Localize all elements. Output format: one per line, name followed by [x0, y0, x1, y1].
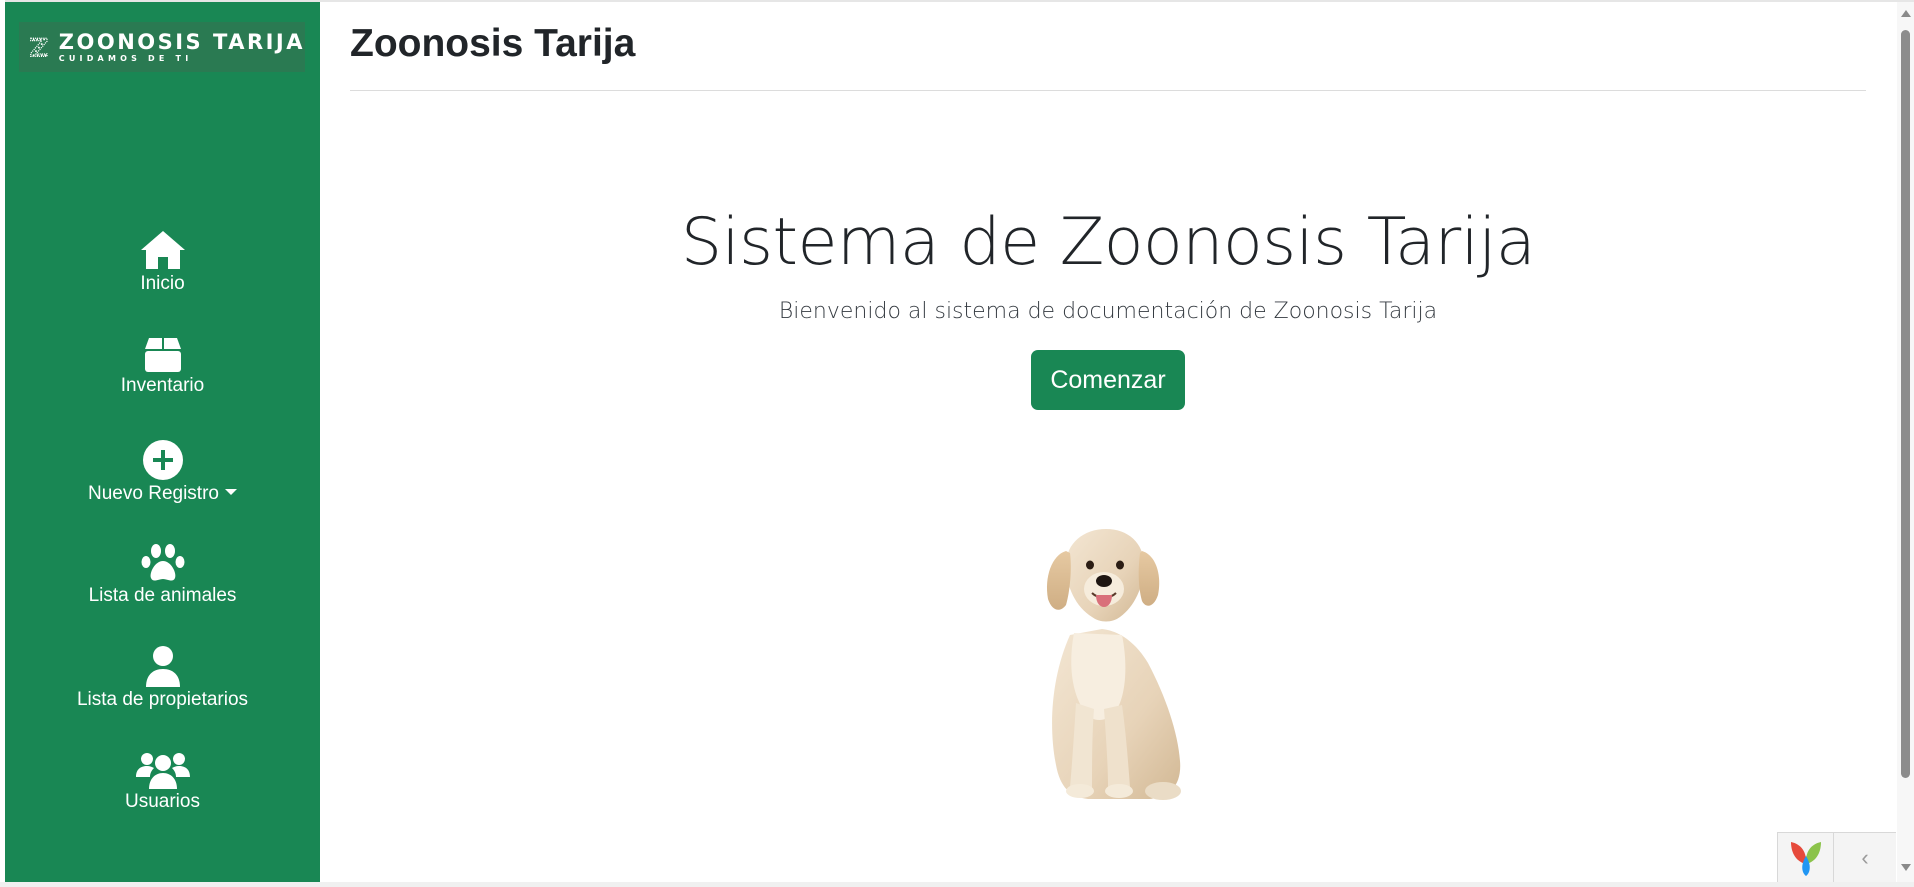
sidebar-item-label: Lista de propietarios	[76, 689, 249, 710]
toolbar-logo-button[interactable]	[1778, 833, 1834, 883]
home-icon	[140, 231, 185, 269]
brand-text: ZOONOSIS TARIJA CUIDAMOS DE TI	[59, 31, 305, 64]
hero-title: Sistema de Zoonosis Tarija	[680, 205, 1536, 280]
toolbar-toggle-button[interactable]: ‹	[1834, 833, 1896, 883]
scroll-up-arrow-icon[interactable]	[1901, 10, 1911, 17]
sidebar-item-inventario[interactable]: Inventario	[5, 337, 320, 397]
users-icon	[135, 753, 190, 789]
nuevo-registro-label: Nuevo Registro	[88, 483, 219, 504]
hero-subtitle: Bienvenido al sistema de documentación d…	[778, 299, 1438, 324]
plus-circle-icon	[142, 440, 183, 480]
brand-title: ZOONOSIS TARIJA	[58, 29, 305, 54]
vertical-scrollbar[interactable]	[1897, 2, 1914, 882]
header-divider	[350, 90, 1866, 91]
box-icon	[144, 338, 181, 372]
page-title: Zoonosis Tarija	[350, 22, 636, 65]
z-logo-icon	[30, 37, 48, 57]
comenzar-button[interactable]: Comenzar	[1031, 350, 1185, 410]
sidebar-item-label: Lista de animales	[88, 585, 237, 606]
window-bottom-edge	[0, 882, 1914, 887]
sidebar-item-lista-animales[interactable]: Lista de animales	[5, 543, 320, 607]
scrollbar-thumb[interactable]	[1901, 30, 1910, 778]
scroll-down-arrow-icon[interactable]	[1901, 864, 1911, 871]
debug-toolbar: ‹	[1777, 832, 1896, 884]
sidebar-item-lista-propietarios[interactable]: Lista de propietarios	[5, 645, 320, 711]
paw-icon	[141, 544, 184, 581]
sidebar-item-usuarios[interactable]: Usuarios	[5, 749, 320, 813]
brand-logo[interactable]: ZOONOSIS TARIJA CUIDAMOS DE TI	[19, 22, 305, 72]
chevron-left-icon: ‹	[1861, 845, 1869, 870]
sidebar-item-label: Inventario	[120, 375, 205, 396]
dog-illustration	[1046, 529, 1181, 800]
user-icon	[145, 646, 180, 687]
sidebar: ZOONOSIS TARIJA CUIDAMOS DE TI Inicio In…	[5, 2, 320, 882]
sidebar-item-label: Inicio	[140, 273, 185, 294]
sidebar-item-label: Usuarios	[125, 791, 200, 812]
sidebar-item-inicio[interactable]: Inicio	[5, 229, 320, 295]
dropdown-caret-icon	[224, 488, 237, 495]
sidebar-item-label: Nuevo Registro	[5, 483, 320, 505]
yii-logo-icon	[1790, 842, 1821, 876]
brand-tagline: CUIDAMOS DE TI	[58, 53, 193, 63]
sidebar-item-nuevo-registro[interactable]: Nuevo Registro	[5, 439, 320, 505]
